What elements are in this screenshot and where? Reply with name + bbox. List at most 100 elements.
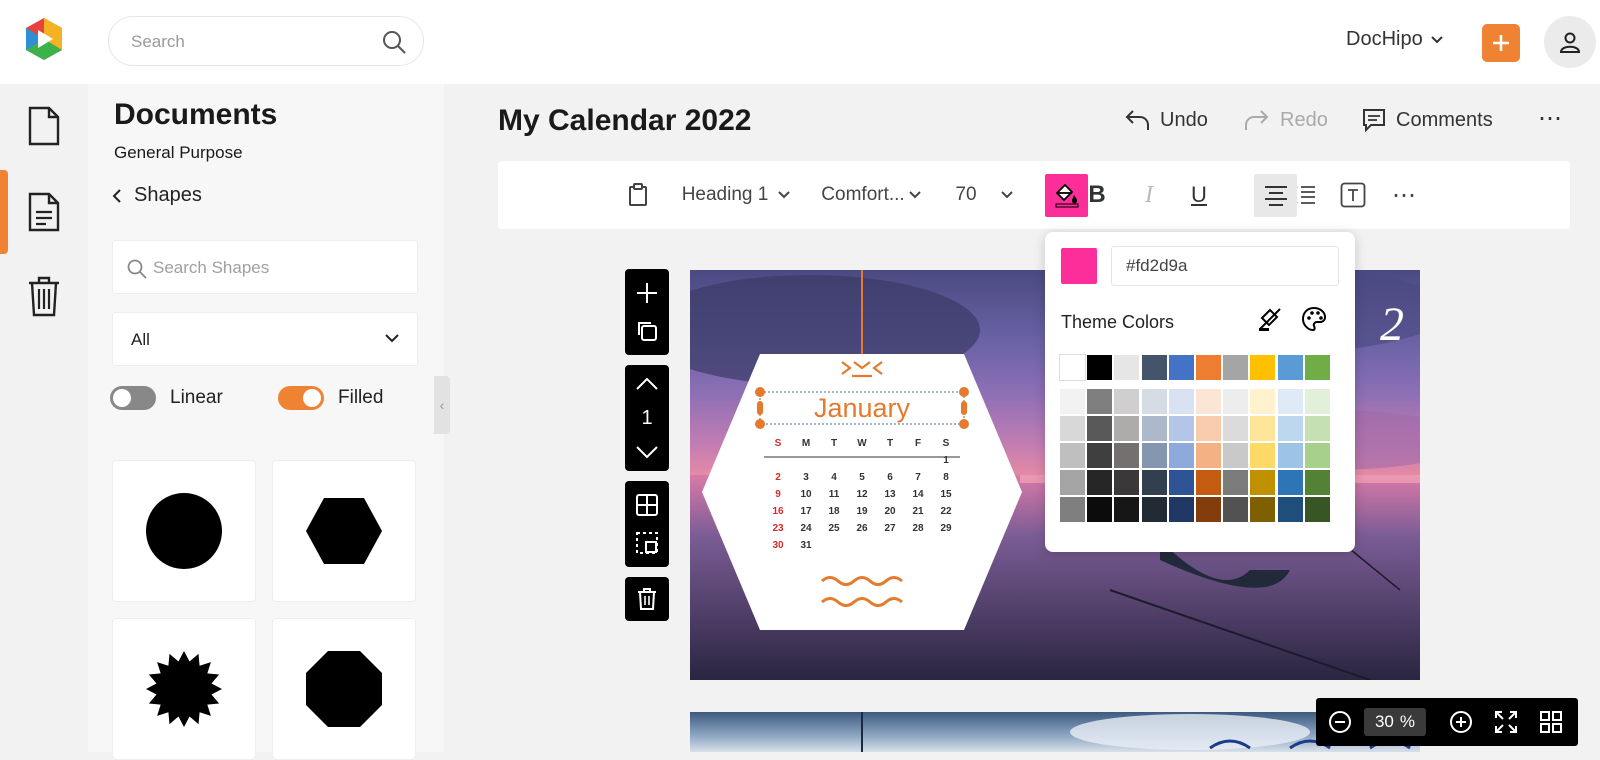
zoom-out-button[interactable] — [1316, 698, 1364, 746]
search-icon[interactable] — [381, 29, 407, 55]
color-shade-swatch[interactable] — [1249, 469, 1277, 496]
color-swatch[interactable] — [1167, 354, 1195, 381]
shape-tile-hexagon[interactable] — [272, 460, 416, 602]
shape-tile-starburst[interactable] — [112, 618, 256, 760]
rail-item-documents[interactable] — [0, 84, 88, 168]
color-shade-swatch[interactable] — [1167, 442, 1195, 469]
next-page-button[interactable] — [625, 437, 669, 467]
toggle-linear[interactable]: Linear — [110, 386, 223, 410]
current-color-swatch[interactable] — [1061, 248, 1097, 284]
calendar-card[interactable]: January S M T W T F S 1 2 3 4 5 6 7 8 9 10 11 12 13 14 15 16 17… — [702, 354, 1022, 630]
color-shade-swatch[interactable] — [1276, 415, 1304, 442]
workspace-menu[interactable]: DocHipo — [1346, 28, 1443, 51]
color-swatch[interactable] — [1140, 354, 1168, 381]
zoom-level[interactable]: 30 % — [1364, 708, 1426, 736]
color-shade-swatch[interactable] — [1086, 442, 1114, 469]
italic-button[interactable]: I — [1132, 161, 1166, 229]
color-shade-swatch[interactable] — [1113, 469, 1141, 496]
comments-button[interactable]: Comments — [1362, 108, 1493, 132]
color-shade-swatch[interactable] — [1222, 469, 1250, 496]
color-shade-swatch[interactable] — [1195, 442, 1222, 469]
color-swatch[interactable] — [1113, 354, 1141, 381]
color-shade-swatch[interactable] — [1113, 388, 1141, 415]
clipboard-button[interactable] — [620, 161, 656, 229]
zoom-in-button[interactable] — [1438, 698, 1484, 746]
color-shade-swatch[interactable] — [1303, 496, 1331, 523]
color-shade-swatch[interactable] — [1059, 388, 1086, 415]
previous-page-button[interactable] — [625, 369, 669, 399]
redo-button[interactable]: Redo — [1244, 108, 1328, 132]
color-shade-swatch[interactable] — [1140, 469, 1168, 496]
page-grid-view-button[interactable] — [1528, 698, 1574, 746]
color-shade-swatch[interactable] — [1249, 388, 1277, 415]
color-shade-swatch[interactable] — [1195, 496, 1222, 523]
rail-item-templates[interactable] — [0, 170, 88, 254]
color-shade-swatch[interactable] — [1140, 415, 1168, 442]
more-options-button[interactable]: ⋯ — [1538, 104, 1562, 133]
color-swatch[interactable] — [1303, 354, 1331, 381]
toolbar-more-button[interactable]: ⋯ — [1384, 161, 1424, 229]
fit-screen-button[interactable] — [1484, 698, 1528, 746]
document-title[interactable]: My Calendar 2022 — [498, 104, 751, 138]
color-shade-swatch[interactable] — [1113, 496, 1141, 523]
color-shade-swatch[interactable] — [1140, 442, 1168, 469]
color-shade-swatch[interactable] — [1303, 415, 1331, 442]
rail-item-trash[interactable] — [0, 254, 88, 338]
back-to-shapes[interactable]: Shapes — [112, 184, 202, 207]
color-swatch[interactable] — [1249, 354, 1277, 381]
dochipo-logo[interactable] — [22, 16, 66, 62]
color-shade-swatch[interactable] — [1303, 469, 1331, 496]
color-shade-swatch[interactable] — [1059, 415, 1086, 442]
hex-color-input[interactable] — [1111, 246, 1339, 286]
color-swatch[interactable] — [1059, 354, 1086, 381]
shape-tile-circle[interactable] — [112, 460, 256, 602]
font-select[interactable]: Comfort... — [816, 161, 926, 229]
color-shade-swatch[interactable] — [1167, 415, 1195, 442]
collapse-panel-handle[interactable]: ‹ — [434, 376, 450, 434]
search-input[interactable] — [131, 31, 371, 53]
shape-search-input[interactable] — [153, 257, 393, 279]
color-shade-swatch[interactable] — [1195, 388, 1222, 415]
profile-button[interactable] — [1544, 16, 1596, 68]
color-shade-swatch[interactable] — [1113, 415, 1141, 442]
linear-switch[interactable] — [110, 386, 156, 410]
color-shade-swatch[interactable] — [1276, 442, 1304, 469]
color-swatch[interactable] — [1195, 354, 1222, 381]
color-swatch[interactable] — [1222, 354, 1250, 381]
color-shade-swatch[interactable] — [1086, 496, 1114, 523]
color-shade-swatch[interactable] — [1303, 388, 1331, 415]
undo-button[interactable]: Undo — [1124, 108, 1208, 132]
color-shade-swatch[interactable] — [1222, 496, 1250, 523]
color-shade-swatch[interactable] — [1059, 442, 1086, 469]
color-shade-swatch[interactable] — [1086, 415, 1114, 442]
color-shade-swatch[interactable] — [1276, 469, 1304, 496]
color-shade-swatch[interactable] — [1167, 388, 1195, 415]
clear-color-button[interactable] — [1257, 306, 1283, 337]
month-title[interactable]: January — [762, 392, 962, 424]
text-style-select[interactable]: Heading 1 — [674, 161, 798, 229]
custom-palette-button[interactable] — [1301, 306, 1327, 337]
color-shade-swatch[interactable] — [1140, 388, 1168, 415]
color-shade-swatch[interactable] — [1249, 415, 1277, 442]
select-area-button[interactable] — [625, 525, 669, 561]
color-swatch[interactable] — [1276, 354, 1304, 381]
color-shade-swatch[interactable] — [1249, 496, 1277, 523]
color-shade-swatch[interactable] — [1195, 469, 1222, 496]
color-shade-swatch[interactable] — [1059, 496, 1086, 523]
color-shade-swatch[interactable] — [1059, 469, 1086, 496]
font-size-select[interactable]: 70 — [944, 161, 1024, 229]
color-shade-swatch[interactable] — [1140, 496, 1168, 523]
color-shade-swatch[interactable] — [1249, 442, 1277, 469]
add-page-button[interactable] — [625, 275, 669, 311]
underline-button[interactable]: U — [1182, 161, 1216, 229]
canvas-page-2[interactable] — [690, 712, 1420, 752]
color-shade-swatch[interactable] — [1222, 415, 1250, 442]
color-swatch[interactable] — [1086, 354, 1114, 381]
add-button[interactable] — [1482, 24, 1520, 62]
text-color-button[interactable] — [1045, 174, 1088, 217]
color-shade-swatch[interactable] — [1276, 388, 1304, 415]
align-center-button[interactable] — [1254, 174, 1297, 217]
color-shade-swatch[interactable] — [1167, 469, 1195, 496]
color-shade-swatch[interactable] — [1113, 442, 1141, 469]
color-shade-swatch[interactable] — [1195, 415, 1222, 442]
